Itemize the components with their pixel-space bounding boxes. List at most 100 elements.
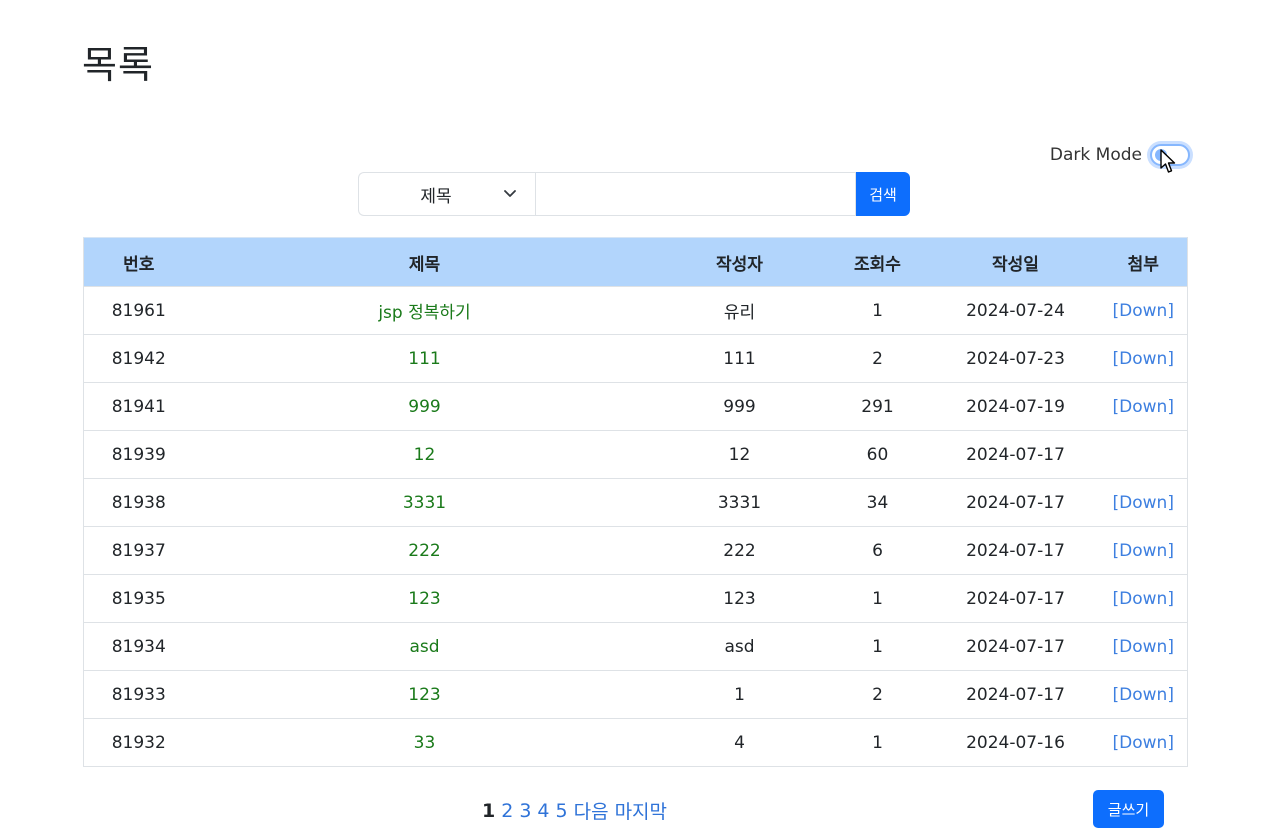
table-row: 81934 asd asd 1 2024-07-17 [Down] xyxy=(83,622,1188,671)
header-author: 작성자 xyxy=(655,237,824,287)
download-link[interactable]: [Down] xyxy=(1113,733,1174,753)
table-header-row: 번호 제목 작성자 조회수 작성일 첨부 xyxy=(83,237,1188,287)
post-title-link-cell: 123 xyxy=(193,574,656,623)
header-attachment: 첨부 xyxy=(1099,237,1188,287)
post-date-cell: 2024-07-17 xyxy=(931,526,1100,575)
post-author-cell: 12 xyxy=(655,430,824,479)
download-link[interactable]: [Down] xyxy=(1113,541,1174,561)
post-title-link-cell: 222 xyxy=(193,526,656,575)
download-link-cell: [Down] xyxy=(1099,574,1188,623)
table-row: 81942 111 111 2 2024-07-23 [Down] xyxy=(83,334,1188,383)
post-title-link-cell: asd xyxy=(193,622,656,671)
post-date-cell: 2024-07-16 xyxy=(931,718,1100,767)
download-link[interactable]: [Down] xyxy=(1113,637,1174,657)
post-views-cell: 2 xyxy=(823,334,932,383)
post-title-link[interactable]: 222 xyxy=(408,541,440,561)
table-row: 81932 33 4 1 2024-07-16 [Down] xyxy=(83,718,1188,767)
write-button[interactable]: 글쓰기 xyxy=(1093,790,1164,828)
post-number-cell: 81941 xyxy=(83,382,194,431)
post-date-cell: 2024-07-17 xyxy=(931,478,1100,527)
search-button[interactable]: 검색 xyxy=(856,172,910,216)
dark-mode-label: Dark Mode xyxy=(1049,145,1142,165)
post-author-cell: 유리 xyxy=(655,286,824,335)
post-views-cell: 1 xyxy=(823,574,932,623)
post-number-cell: 81937 xyxy=(83,526,194,575)
post-title-link[interactable]: 3331 xyxy=(403,493,446,513)
board-table: 번호 제목 작성자 조회수 작성일 첨부 81961 jsp 정복하기 유리 1 202… xyxy=(83,237,1188,767)
download-link-cell: [Down] xyxy=(1099,526,1188,575)
post-title-link[interactable]: 12 xyxy=(414,445,436,465)
table-row: 81941 999 999 291 2024-07-19 [Down] xyxy=(83,382,1188,431)
download-link[interactable]: [Down] xyxy=(1113,349,1174,369)
table-row: 81937 222 222 6 2024-07-17 [Down] xyxy=(83,526,1188,575)
table-row: 81961 jsp 정복하기 유리 1 2024-07-24 [Down] xyxy=(83,286,1188,335)
table-row: 81933 123 1 2 2024-07-17 [Down] xyxy=(83,670,1188,719)
header-date: 작성일 xyxy=(931,237,1100,287)
download-link[interactable]: [Down] xyxy=(1113,685,1174,705)
page-current: 1 xyxy=(482,799,496,822)
post-author-cell: 999 xyxy=(655,382,824,431)
post-number-cell: 81939 xyxy=(83,430,194,479)
post-title-link[interactable]: 33 xyxy=(414,733,436,753)
page-next-link[interactable]: 다음 xyxy=(574,797,609,824)
search-bar: 제목 검색 xyxy=(358,172,910,216)
post-date-cell: 2024-07-17 xyxy=(931,574,1100,623)
post-date-cell: 2024-07-17 xyxy=(931,622,1100,671)
post-views-cell: 1 xyxy=(823,718,932,767)
download-link-cell: [Down] xyxy=(1099,382,1188,431)
post-title-link[interactable]: jsp 정복하기 xyxy=(378,303,470,323)
header-title: 제목 xyxy=(193,237,656,287)
post-date-cell: 2024-07-17 xyxy=(931,670,1100,719)
post-views-cell: 291 xyxy=(823,382,932,431)
post-date-cell: 2024-07-24 xyxy=(931,286,1100,335)
page-link-5[interactable]: 5 xyxy=(556,800,568,822)
download-link-cell: [Down] xyxy=(1099,334,1188,383)
page-title: 목록 xyxy=(82,43,154,87)
download-link-cell: [Down] xyxy=(1099,718,1188,767)
search-field-select[interactable]: 제목 xyxy=(358,172,535,216)
header-number: 번호 xyxy=(83,237,194,287)
download-link[interactable]: [Down] xyxy=(1113,493,1174,513)
download-link-cell: [Down] xyxy=(1099,286,1188,335)
post-number-cell: 81961 xyxy=(83,286,194,335)
post-date-cell: 2024-07-19 xyxy=(931,382,1100,431)
post-title-link-cell: 999 xyxy=(193,382,656,431)
post-number-cell: 81935 xyxy=(83,574,194,623)
chevron-down-icon xyxy=(504,190,516,197)
post-author-cell: 222 xyxy=(655,526,824,575)
post-number-cell: 81942 xyxy=(83,334,194,383)
post-views-cell: 34 xyxy=(823,478,932,527)
header-views: 조회수 xyxy=(823,237,932,287)
table-row: 81935 123 123 1 2024-07-17 [Down] xyxy=(83,574,1188,623)
post-title-link-cell: jsp 정복하기 xyxy=(193,286,656,335)
download-link-cell: [Down] xyxy=(1099,670,1188,719)
post-views-cell: 2 xyxy=(823,670,932,719)
post-views-cell: 1 xyxy=(823,622,932,671)
post-number-cell: 81938 xyxy=(83,478,194,527)
download-link-cell: [Down] xyxy=(1099,478,1188,527)
post-title-link[interactable]: 111 xyxy=(408,349,440,369)
download-link[interactable]: [Down] xyxy=(1113,397,1174,417)
search-input[interactable] xyxy=(535,172,856,216)
page-link-4[interactable]: 4 xyxy=(537,800,549,822)
post-author-cell: 111 xyxy=(655,334,824,383)
post-title-link[interactable]: asd xyxy=(409,637,439,657)
post-title-link[interactable]: 999 xyxy=(408,397,440,417)
post-title-link[interactable]: 123 xyxy=(408,589,440,609)
table-row: 81939 12 12 60 2024-07-17 xyxy=(83,430,1188,479)
page-link-2[interactable]: 2 xyxy=(501,800,513,822)
post-author-cell: 1 xyxy=(655,670,824,719)
post-date-cell: 2024-07-23 xyxy=(931,334,1100,383)
post-title-link[interactable]: 123 xyxy=(408,685,440,705)
post-author-cell: asd xyxy=(655,622,824,671)
download-link-cell: [Down] xyxy=(1099,622,1188,671)
download-link[interactable]: [Down] xyxy=(1113,301,1174,321)
post-number-cell: 81933 xyxy=(83,670,194,719)
page-last-link[interactable]: 마지막 xyxy=(615,797,667,824)
page-link-3[interactable]: 3 xyxy=(519,800,531,822)
pagination: 1 2 3 4 5 다음 마지막 xyxy=(482,797,667,824)
post-number-cell: 81934 xyxy=(83,622,194,671)
mouse-cursor-icon xyxy=(1160,149,1176,173)
post-title-link-cell: 111 xyxy=(193,334,656,383)
download-link[interactable]: [Down] xyxy=(1113,589,1174,609)
